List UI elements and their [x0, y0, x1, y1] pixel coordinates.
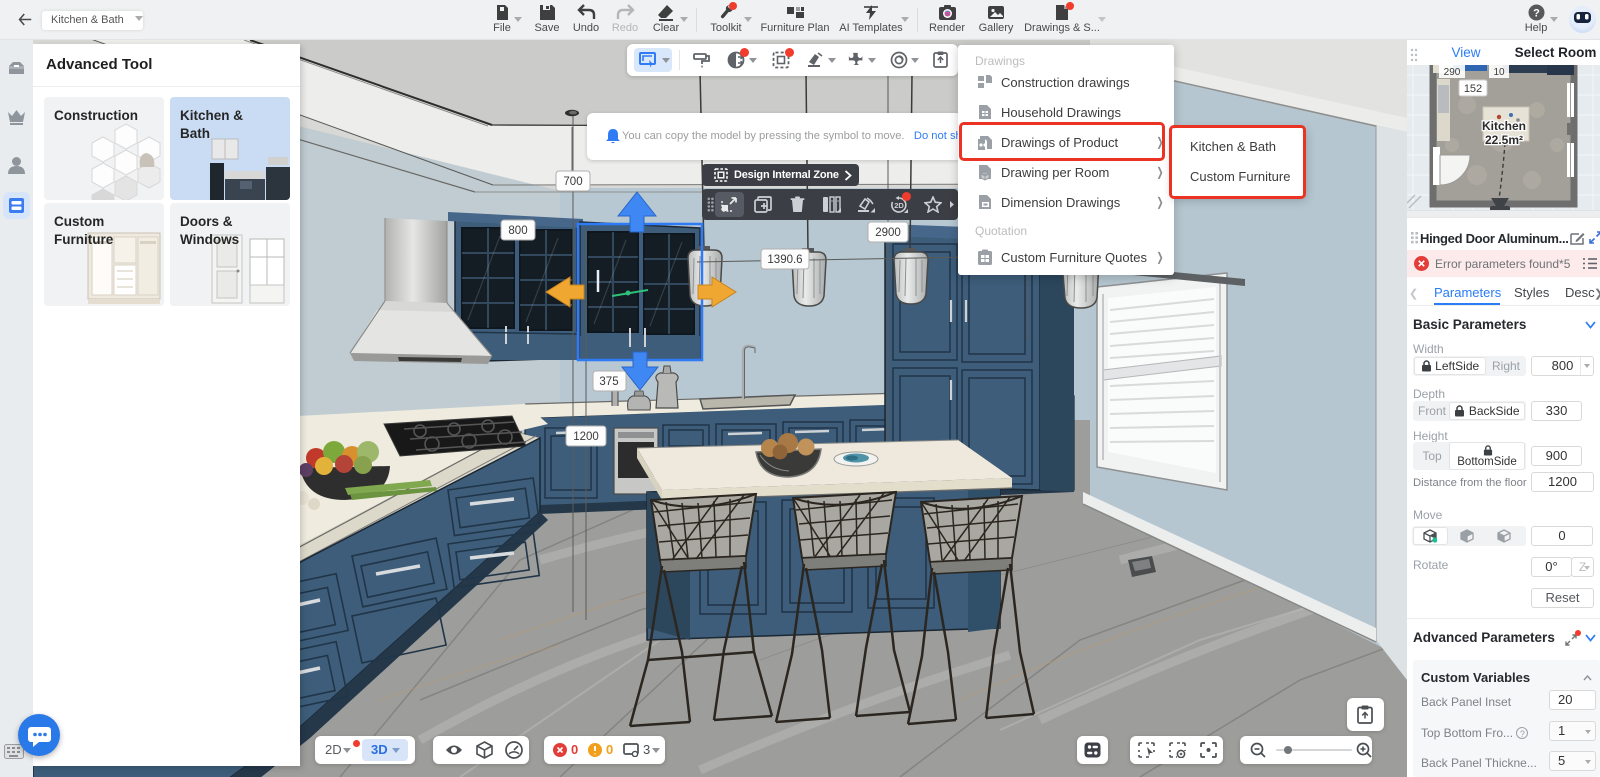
svg-text:?: ?: [1533, 8, 1540, 20]
svg-text:Kitchen: Kitchen: [1482, 119, 1526, 133]
svg-text:1200: 1200: [573, 431, 599, 443]
svg-text:2900: 2900: [875, 227, 901, 239]
svg-text:290: 290: [1444, 67, 1461, 78]
svg-text:10: 10: [1493, 67, 1505, 78]
svg-text:2D: 2D: [894, 201, 904, 210]
svg-text:1390.6: 1390.6: [767, 254, 802, 266]
svg-text:700: 700: [563, 176, 582, 188]
svg-text:375: 375: [599, 376, 618, 388]
svg-text:22.5m²: 22.5m²: [1485, 133, 1523, 147]
svg-text:800: 800: [508, 225, 527, 237]
svg-text:152: 152: [1464, 83, 1482, 95]
